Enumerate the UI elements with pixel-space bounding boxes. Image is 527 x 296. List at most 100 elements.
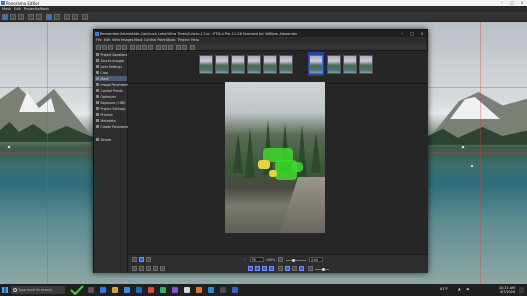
mask-white-icon[interactable] [262,266,267,271]
menu-edit[interactable]: Edit [14,7,21,11]
tool-button[interactable] [18,14,24,20]
image-thumbnail[interactable] [327,55,341,74]
file-explorer-icon[interactable] [112,287,118,293]
weather-temp[interactable]: 61°F [440,287,448,291]
tool-button[interactable] [64,14,70,20]
clock[interactable]: 10:21 AM 4/7/2020 [499,286,515,295]
sidebar-item-mask[interactable]: Mask [95,76,127,82]
task-view-icon[interactable] [88,287,94,293]
mask-highlight[interactable] [258,160,270,169]
sidebar-item-preview[interactable]: Preview [95,112,127,117]
menu-tools[interactable]: Tools [167,38,175,42]
tool-button[interactable] [72,14,78,20]
sidebar-item-project-assistant[interactable]: Project Assistant [95,52,127,57]
green-check-logo-icon[interactable] [70,285,84,295]
menu-edit[interactable]: Edit [104,38,111,42]
menu-images[interactable]: Images [121,38,133,42]
redo-icon[interactable] [139,266,144,271]
eraser-icon[interactable] [146,257,151,262]
mask-erase-icon[interactable] [269,266,274,271]
sidebar-item-metadata[interactable]: Metadata [95,118,127,123]
fill-icon[interactable] [153,266,158,271]
fill-icon[interactable] [278,266,283,271]
app-icon[interactable] [160,287,166,293]
sidebar-item-project-settings[interactable]: Project Settings [95,106,127,111]
feather-field[interactable]: 4 kV [309,257,323,262]
menu-tools[interactable]: Tools [40,7,49,11]
clear-icon[interactable] [146,266,151,271]
undo-icon[interactable] [116,44,121,50]
sidebar-item-control-points[interactable]: Control Points [95,88,127,93]
circle-brush-icon[interactable] [299,266,304,271]
save-icon[interactable] [108,44,113,50]
close-icon[interactable]: × [417,30,427,37]
image-thumbnail[interactable] [263,55,277,74]
source-image[interactable] [225,82,325,233]
image-thumbnail[interactable] [199,55,213,74]
maximize-icon[interactable]: □ [407,30,417,37]
tool-icon[interactable] [142,44,147,50]
new-project-icon[interactable] [96,44,101,50]
fit-icon[interactable] [278,257,283,262]
sidebar-item-simple[interactable]: Simple [95,137,127,142]
image-thumbnail[interactable] [279,55,293,74]
tool-icon[interactable] [136,44,141,50]
minimize-icon[interactable]: – [397,30,407,37]
sidebar-item-image-parameters[interactable]: Image Parameters [95,82,130,87]
tool-button[interactable] [10,14,16,20]
app-icon[interactable] [172,287,178,293]
tool-button[interactable] [36,14,42,20]
menu-help[interactable]: Help [191,38,199,42]
redo-icon[interactable] [122,44,127,50]
zoom-slider[interactable] [286,259,306,261]
image-thumbnail[interactable] [247,55,261,74]
brush-icon[interactable] [139,257,144,262]
tool-icon[interactable] [168,44,173,50]
hand-icon[interactable] [132,257,137,262]
tool-icon[interactable] [182,44,187,50]
mail-icon[interactable] [136,287,142,293]
image-thumbnail[interactable] [343,55,357,74]
zoom-slider-knob[interactable] [292,258,295,262]
tool-icon[interactable] [162,44,167,50]
keep-mask-region[interactable] [291,162,303,172]
image-thumbnail[interactable] [215,55,229,74]
app-icon[interactable] [220,287,226,293]
ptgui-icon[interactable] [184,287,190,293]
volume-icon[interactable]: ◀ [466,287,469,291]
open-icon[interactable] [102,44,107,50]
handle-icon[interactable] [470,164,474,168]
mask-highlight[interactable] [269,170,277,177]
menu-control-points[interactable]: Control Points [144,38,168,42]
sidebar-item-optimizer[interactable]: Optimizer [95,94,127,99]
menu-mask[interactable]: Mask [134,38,143,42]
image-thumbnail-selected[interactable] [309,55,323,74]
tool-icon[interactable] [148,44,153,50]
notifications-icon[interactable] [519,287,524,293]
tool-icon[interactable] [190,44,195,50]
handle-icon[interactable] [7,145,11,149]
network-icon[interactable]: ▲ [458,287,461,291]
store-icon[interactable] [124,287,130,293]
tool-icon[interactable] [130,44,135,50]
brush-size-knob[interactable] [322,267,325,271]
tool-button[interactable] [28,14,34,20]
tool-button[interactable] [46,14,52,20]
menu-project[interactable]: Project [178,38,190,42]
sidebar-item-exposure-hdr[interactable]: Exposure / HDR [95,100,127,105]
line-icon[interactable] [292,266,297,271]
sidebar-item-lens-settings[interactable]: Lens Settings [95,64,127,69]
undo-icon[interactable] [132,266,137,271]
mask-red-icon[interactable] [248,266,253,271]
edge-icon[interactable] [100,287,106,293]
tool-icon[interactable] [156,44,161,50]
start-icon[interactable] [2,287,8,293]
app-icon[interactable] [232,287,238,293]
chrome-icon[interactable] [148,287,154,293]
tool-button[interactable] [54,14,60,20]
image-thumbnail[interactable] [231,55,245,74]
image-thumbnail[interactable] [359,55,373,74]
menu-mask[interactable]: Mask [2,7,11,11]
mask-green-icon[interactable] [255,266,260,271]
app-icon[interactable] [196,287,202,293]
